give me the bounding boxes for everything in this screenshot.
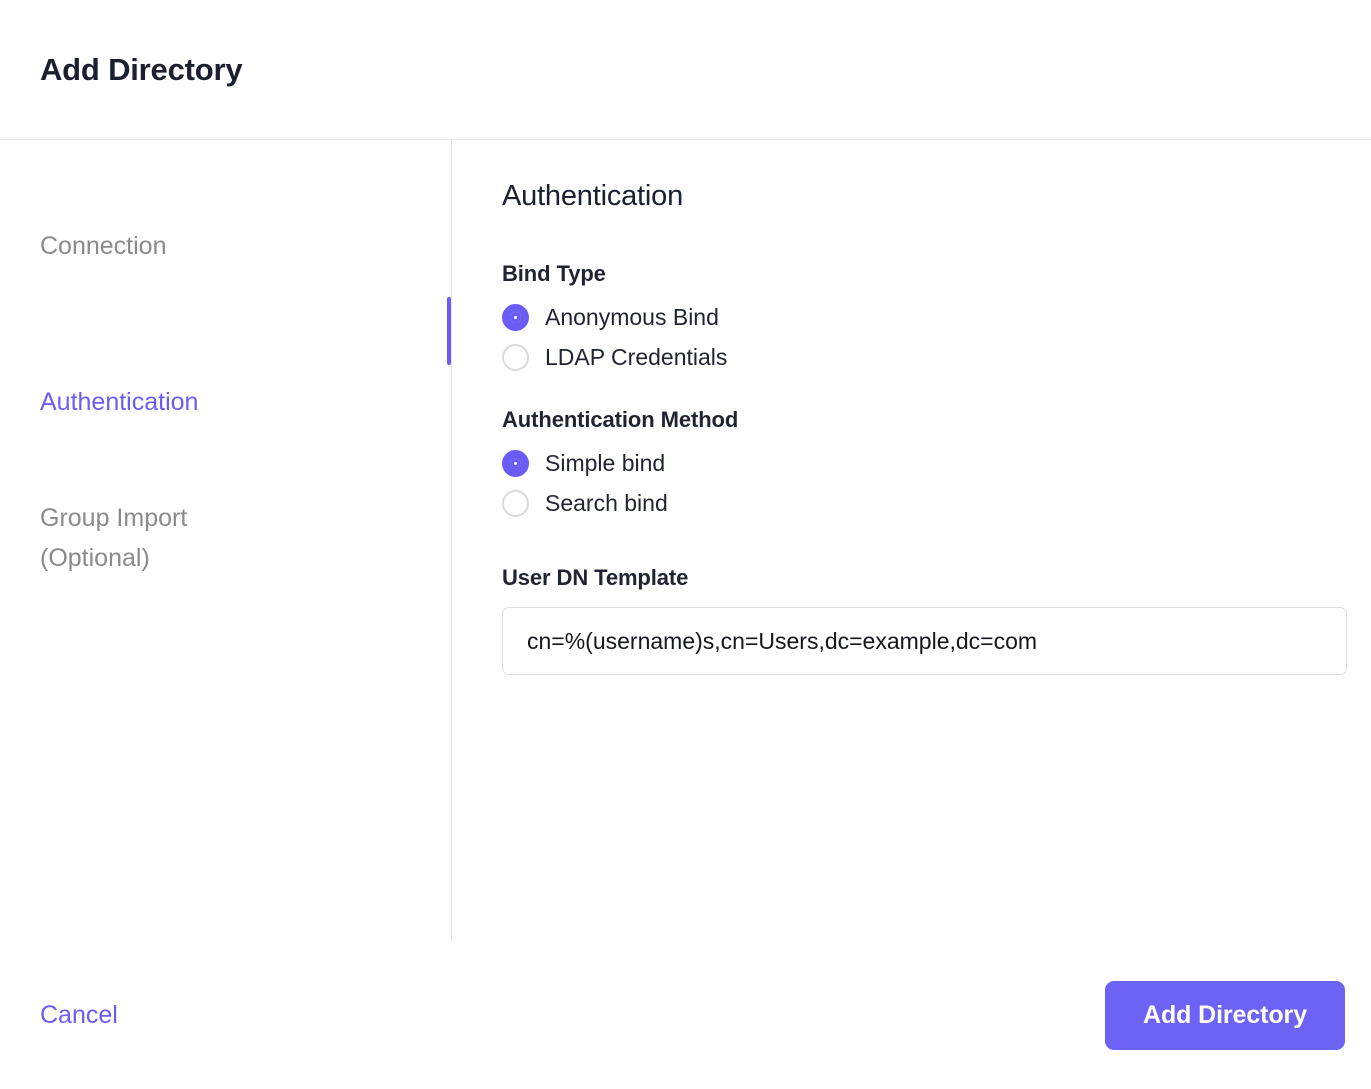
user-dn-template-input[interactable] — [502, 607, 1347, 675]
dialog-footer: Cancel Add Directory — [0, 941, 1371, 1089]
dialog-header: Add Directory — [0, 0, 1371, 140]
user-dn-template-label: User DN Template — [502, 565, 689, 590]
authentication-panel: Authentication Bind Type Anonymous Bind … — [452, 140, 1371, 941]
radio-indicator-unselected — [502, 343, 529, 371]
cancel-button[interactable]: Cancel — [40, 1001, 118, 1030]
radio-ldap-credentials[interactable]: LDAP Credentials — [502, 337, 1345, 377]
bind-type-label: Bind Type — [502, 261, 606, 286]
radio-indicator-selected — [502, 303, 529, 331]
auth-method-label: Authentication Method — [502, 407, 739, 432]
radio-simple-bind[interactable]: Simple bind — [502, 443, 1345, 483]
sidebar-item-authentication[interactable]: Authentication — [0, 297, 452, 422]
auth-method-group: Authentication Method Simple bind Search… — [502, 407, 1345, 523]
user-dn-template-group: User DN Template — [502, 565, 1347, 675]
radio-anonymous-bind[interactable]: Anonymous Bind — [502, 297, 1345, 337]
radio-label: LDAP Credentials — [545, 343, 728, 370]
dialog-body: Connection Authentication Group Import (… — [0, 140, 1371, 941]
sidebar-item-label: Authentication — [40, 388, 199, 416]
radio-search-bind[interactable]: Search bind — [502, 483, 1345, 523]
add-directory-button[interactable]: Add Directory — [1104, 980, 1345, 1050]
sidebar-item-group-import[interactable]: Group Import (Optional) — [0, 458, 452, 578]
radio-indicator-selected — [502, 449, 529, 477]
radio-label: Simple bind — [545, 449, 666, 476]
active-indicator-bar — [447, 297, 451, 365]
radio-label: Search bind — [545, 489, 668, 516]
dialog-sidebar: Connection Authentication Group Import (… — [0, 140, 452, 941]
bind-type-group: Bind Type Anonymous Bind LDAP Credential… — [502, 261, 1345, 377]
sidebar-item-label: Group Import (Optional) — [40, 504, 188, 572]
sidebar-item-label: Connection — [40, 232, 167, 260]
section-title: Authentication — [502, 180, 683, 212]
add-directory-dialog: Add Directory Connection Authentication … — [0, 0, 1371, 1089]
sidebar-item-connection[interactable]: Connection — [0, 186, 452, 266]
radio-indicator-unselected — [502, 489, 529, 517]
radio-label: Anonymous Bind — [545, 303, 719, 330]
page-title: Add Directory — [40, 51, 243, 87]
